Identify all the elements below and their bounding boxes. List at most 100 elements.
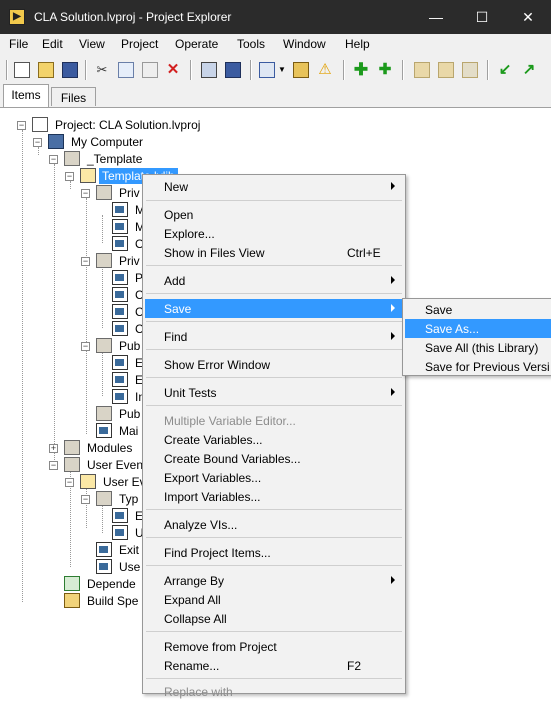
add-icon[interactable]: ✚: [353, 61, 369, 78]
tree-item-vi[interactable]: Exit: [0, 541, 150, 558]
close-button[interactable]: ✕: [505, 0, 551, 34]
collapse-toggle[interactable]: −: [81, 189, 90, 198]
view-options-icon[interactable]: [259, 62, 275, 78]
computer-icon: [48, 134, 64, 149]
tree-item-type-folder[interactable]: − Typ: [0, 490, 150, 507]
menu-item-find-project-items[interactable]: Find Project Items...: [145, 543, 403, 562]
menu-item-collapse-all[interactable]: Collapse All: [145, 609, 403, 628]
delete-icon[interactable]: ✕: [165, 62, 181, 78]
menu-tools[interactable]: Tools: [237, 37, 265, 51]
tree-item-vi[interactable]: P: [0, 269, 150, 286]
dropdown-icon[interactable]: ▼: [278, 62, 286, 78]
collapse-toggle[interactable]: −: [65, 478, 74, 487]
tree-item-vi[interactable]: M: [0, 201, 150, 218]
collapse-toggle[interactable]: −: [33, 138, 42, 147]
expand-icon[interactable]: [438, 62, 454, 78]
tree-item-project[interactable]: − Project: CLA Solution.lvproj: [0, 116, 300, 133]
back-icon[interactable]: ↙: [497, 62, 513, 78]
menu-item-analyze-vis[interactable]: Analyze VIs...: [145, 515, 403, 534]
collapse-toggle[interactable]: −: [49, 461, 58, 470]
tree-item-vi[interactable]: M: [0, 218, 150, 235]
save-all-icon[interactable]: [62, 62, 78, 78]
menu-window[interactable]: Window: [283, 37, 326, 51]
warning-icon[interactable]: ⚠: [317, 62, 333, 78]
expand-toggle[interactable]: +: [49, 444, 58, 453]
menu-item-create-bound-variables[interactable]: Create Bound Variables...: [145, 449, 403, 468]
collapse-toggle[interactable]: −: [17, 121, 26, 130]
menu-item-label: Open: [164, 208, 194, 222]
menu-item-rename[interactable]: Rename... F2: [145, 656, 403, 675]
forward-icon[interactable]: ↗: [521, 62, 537, 78]
tree-item-vi[interactable]: C: [0, 286, 150, 303]
minimize-button[interactable]: —: [413, 0, 459, 34]
tree-item-modules-folder[interactable]: + Modules: [0, 439, 150, 456]
collapse-toggle[interactable]: −: [81, 342, 90, 351]
tree-item-vi[interactable]: Use: [0, 558, 150, 575]
cut-icon[interactable]: ✂: [94, 62, 110, 78]
tree-item-vi[interactable]: O: [0, 235, 150, 252]
tree-item-user-events-lib[interactable]: − User Ev: [0, 473, 150, 490]
tab-files[interactable]: Files: [51, 87, 96, 106]
menu-item-remove-from-project[interactable]: Remove from Project: [145, 637, 403, 656]
submenu-item-save-all[interactable]: Save All (this Library): [405, 338, 551, 357]
menu-item-expand-all[interactable]: Expand All: [145, 590, 403, 609]
menu-item-add[interactable]: Add: [145, 271, 403, 290]
menu-operate[interactable]: Operate: [175, 37, 218, 51]
menu-item-new[interactable]: New: [145, 177, 403, 196]
menu-file[interactable]: File: [9, 37, 28, 51]
menu-item-unit-tests[interactable]: Unit Tests: [145, 383, 403, 402]
menu-item-save[interactable]: Save: [145, 299, 403, 318]
submenu-arrow-icon: [391, 276, 395, 284]
tree-item-vi[interactable]: E: [0, 354, 150, 371]
submenu-item-save-for-previous[interactable]: Save for Previous Versi: [405, 357, 551, 375]
menu-item-import-variables[interactable]: Import Variables...: [145, 487, 403, 506]
menu-help[interactable]: Help: [345, 37, 370, 51]
menu-item-label: Find: [164, 330, 188, 344]
tree-item-private-folder[interactable]: − Priv: [0, 184, 150, 201]
menu-item-show-in-files-view[interactable]: Show in Files View Ctrl+E: [145, 243, 403, 262]
menu-item-show-error-window[interactable]: Show Error Window: [145, 355, 403, 374]
sync-icon[interactable]: [462, 62, 478, 78]
tree-item-public-folder[interactable]: Pub: [0, 405, 150, 422]
collapse-toggle[interactable]: −: [81, 495, 90, 504]
tree-item-dependencies[interactable]: Depende: [0, 575, 150, 592]
collapse-toggle[interactable]: −: [81, 257, 90, 266]
deploy-icon[interactable]: [225, 62, 241, 78]
menu-item-create-variables[interactable]: Create Variables...: [145, 430, 403, 449]
copy-icon[interactable]: [118, 62, 134, 78]
build-icon[interactable]: [201, 62, 217, 78]
tree-item-user-events-folder[interactable]: − User Even: [0, 456, 150, 473]
menu-item-open[interactable]: Open: [145, 205, 403, 224]
open-icon[interactable]: [38, 62, 54, 78]
submenu-item-save-as[interactable]: Save As...: [405, 319, 551, 338]
tree-item-template-folder[interactable]: − _Template: [0, 150, 300, 167]
tree-item-vi[interactable]: E: [0, 371, 150, 388]
properties-icon[interactable]: [293, 62, 309, 78]
paste-icon[interactable]: [142, 62, 158, 78]
maximize-button[interactable]: ☐: [459, 0, 505, 34]
tree-item-private-folder[interactable]: − Priv: [0, 252, 150, 269]
menu-item-export-variables[interactable]: Export Variables...: [145, 468, 403, 487]
menu-item-find[interactable]: Find: [145, 327, 403, 346]
tree-item-vi[interactable]: C: [0, 303, 150, 320]
tree-item-vi[interactable]: Mai: [0, 422, 150, 439]
tree-item-my-computer[interactable]: − My Computer: [0, 133, 300, 150]
new-icon[interactable]: [14, 62, 30, 78]
menu-edit[interactable]: Edit: [42, 37, 63, 51]
add-item-icon[interactable]: ✚: [377, 62, 393, 78]
collapse-toggle[interactable]: −: [49, 155, 58, 164]
menu-view[interactable]: View: [79, 37, 105, 51]
menu-item-arrange-by[interactable]: Arrange By: [145, 571, 403, 590]
tab-items[interactable]: Items: [3, 84, 49, 107]
collapse-icon[interactable]: [414, 62, 430, 78]
tree-item-vi[interactable]: C: [0, 320, 150, 337]
collapse-toggle[interactable]: −: [65, 172, 74, 181]
tree-item-public-folder[interactable]: − Pub: [0, 337, 150, 354]
tree-item-vi[interactable]: E: [0, 507, 150, 524]
menu-item-explore[interactable]: Explore...: [145, 224, 403, 243]
tree-item-build-specs[interactable]: Build Spe: [0, 592, 150, 609]
tree-item-vi[interactable]: In: [0, 388, 150, 405]
menu-project[interactable]: Project: [121, 37, 158, 51]
tree-item-vi[interactable]: U: [0, 524, 150, 541]
submenu-item-save[interactable]: Save: [405, 300, 551, 319]
